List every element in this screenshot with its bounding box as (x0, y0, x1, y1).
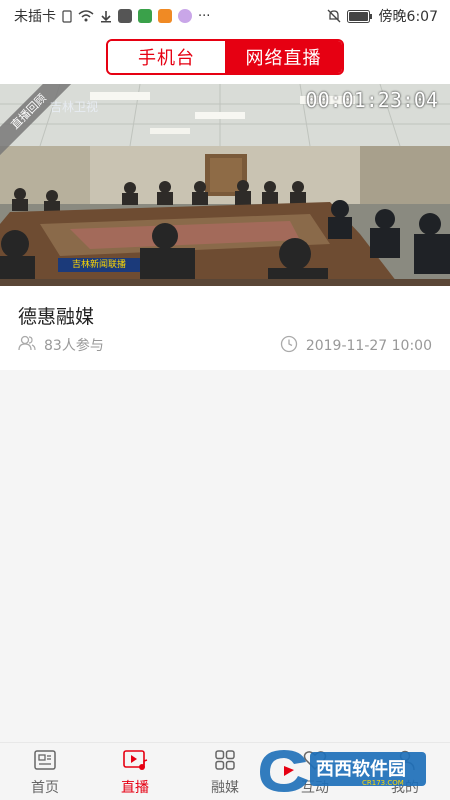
video-timecode: 00:01:23:04 (305, 88, 438, 112)
site-watermark: 西西软件园 CR173.COM (254, 742, 430, 792)
nav-media-label: 融媒 (211, 779, 239, 796)
svg-text:西西软件园: 西西软件园 (316, 758, 406, 780)
tv-channel-logo: 吉林卫视 (50, 100, 99, 114)
sim-icon (62, 9, 72, 23)
nav-home[interactable]: 首页 (0, 743, 90, 800)
replay-ribbon-label: 直播回顾 (0, 84, 75, 158)
wifi-icon (78, 10, 94, 22)
live-video-icon (122, 747, 148, 773)
nav-live[interactable]: 直播 (90, 743, 180, 800)
app-notification-icon-4 (178, 9, 192, 23)
nav-live-label: 直播 (121, 779, 149, 796)
video-caption-strip: 吉林新闻联播 (58, 258, 140, 272)
more-notifications-icon: ··· (198, 8, 211, 24)
tab-mobile-station[interactable]: 手机台 (108, 41, 225, 73)
participants-meta: 83人参与 (18, 335, 104, 355)
tab-header: 手机台 网络直播 (0, 32, 450, 82)
download-icon (100, 10, 112, 23)
app-notification-icon-1 (118, 9, 132, 23)
replay-ribbon: 直播回顾 (0, 84, 80, 164)
clock-icon (280, 335, 298, 357)
video-thumbnail[interactable]: 直播回顾 吉林卫视 00:01:23:04 吉林新闻联播 (0, 84, 450, 286)
content-empty-area (0, 370, 450, 742)
battery-icon (346, 9, 373, 23)
nav-home-label: 首页 (31, 779, 59, 796)
live-datetime: 2019-11-27 10:00 (305, 338, 432, 354)
status-bar: 未插卡 ··· 傍晚6:07 (0, 0, 450, 32)
app-notification-icon-2 (138, 9, 152, 23)
clock: 傍晚6:07 (378, 9, 438, 25)
status-left: 未插卡 ··· (14, 6, 210, 26)
live-title[interactable]: 德惠融媒 (18, 302, 94, 329)
tab-network-live[interactable]: 网络直播 (225, 41, 342, 73)
participants-count: 83人参与 (44, 338, 104, 354)
watermark-logo: 西西软件园 CR173.COM (260, 750, 426, 792)
status-right: 傍晚6:07 (327, 6, 438, 26)
newspaper-icon (32, 747, 58, 773)
mute-icon (327, 9, 341, 23)
svg-text:CR173.COM: CR173.COM (362, 779, 404, 787)
live-card[interactable]: 直播回顾 吉林卫视 00:01:23:04 吉林新闻联播 德惠融媒 83人参与 … (0, 84, 450, 370)
grid-icon (212, 747, 238, 773)
tab-group: 手机台 网络直播 (106, 39, 344, 75)
app-notification-icon-3 (158, 9, 172, 23)
carrier-label: 未插卡 (14, 9, 56, 25)
people-icon (18, 335, 36, 355)
datetime-meta: 2019-11-27 10:00 (280, 335, 432, 357)
